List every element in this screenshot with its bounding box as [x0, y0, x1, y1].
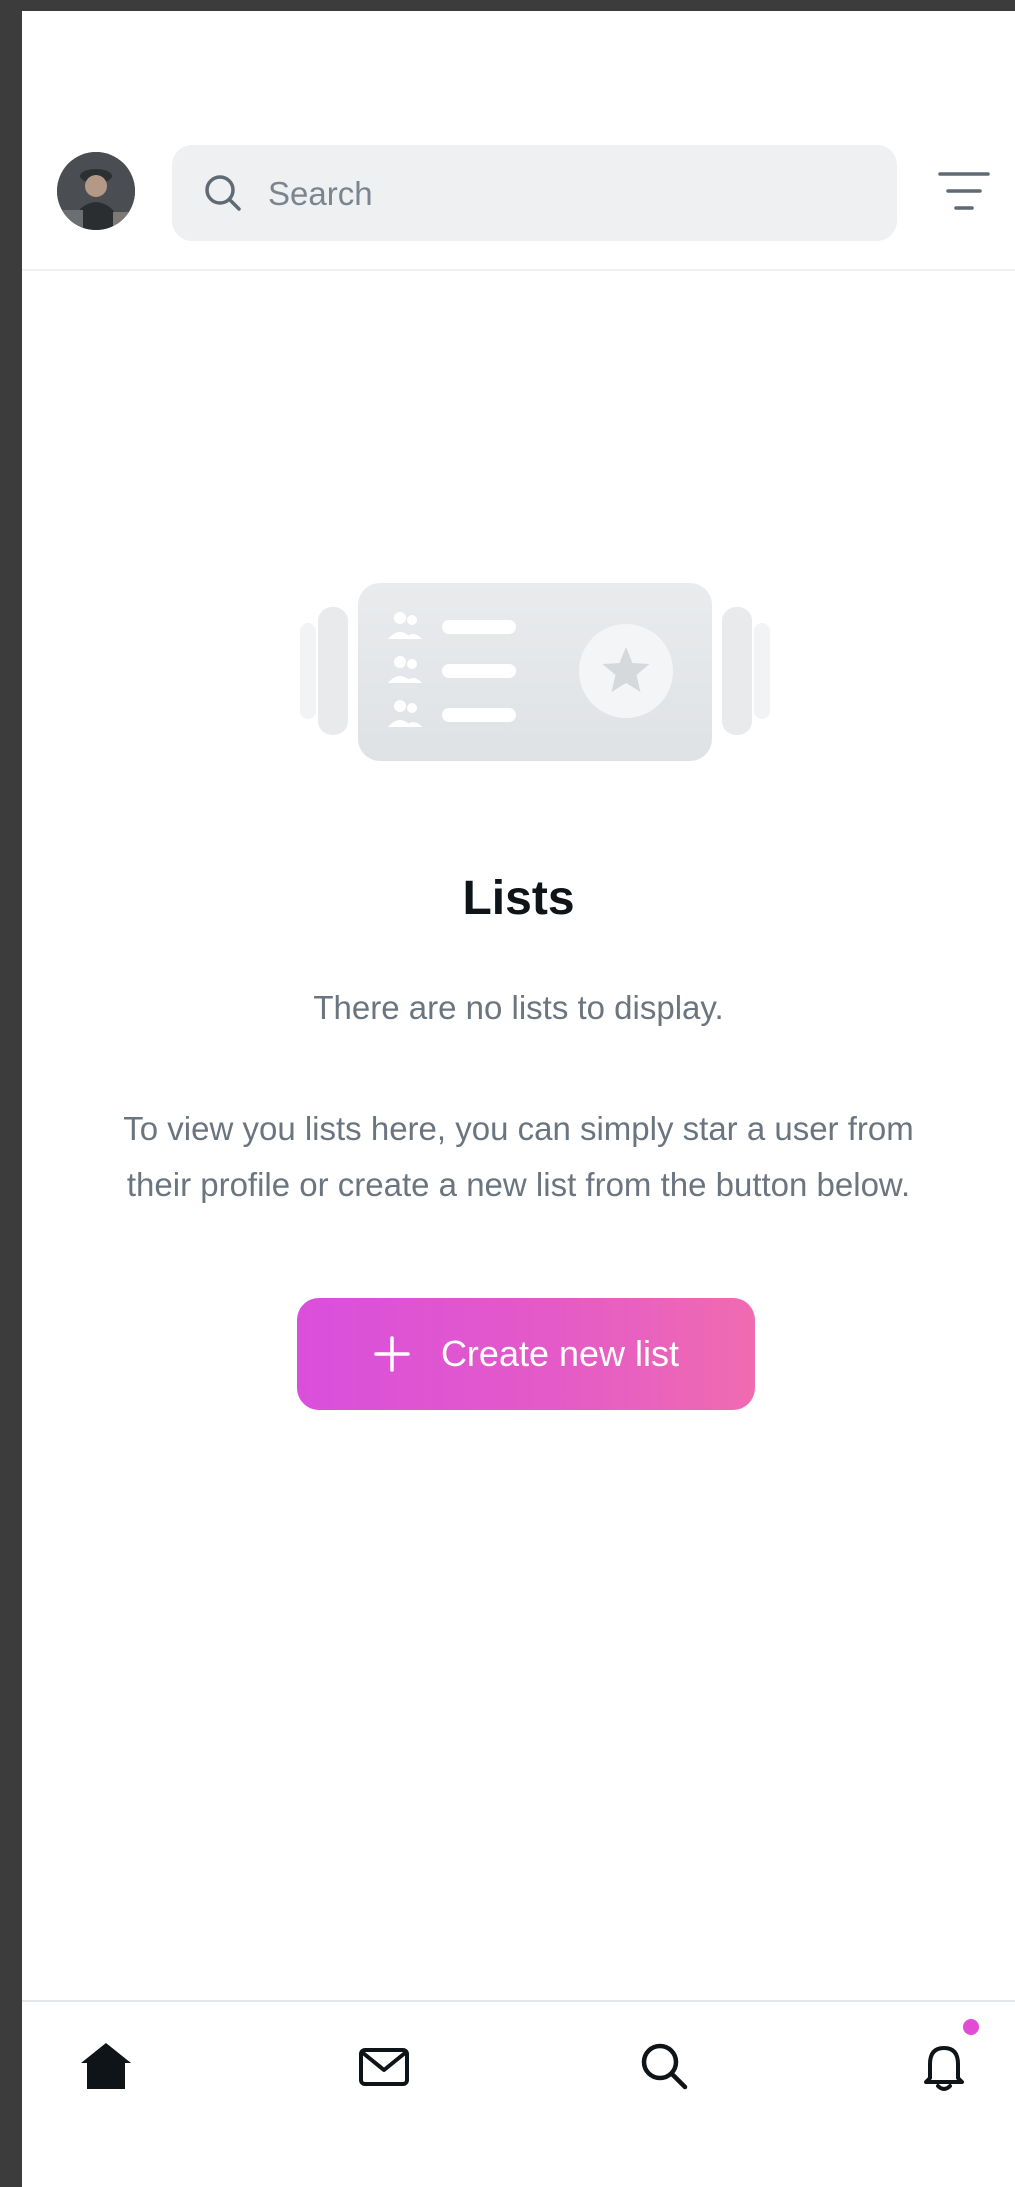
bottom-navigation: [22, 2000, 1015, 2187]
home-icon[interactable]: [78, 2038, 134, 2094]
user-avatar[interactable]: [57, 152, 135, 230]
search-icon[interactable]: [636, 2038, 692, 2094]
notification-badge: [963, 2019, 979, 2035]
filter-icon[interactable]: [938, 168, 990, 214]
lists-illustration: [300, 583, 770, 761]
create-new-list-label: Create new list: [440, 1333, 680, 1374]
search-input[interactable]: [266, 145, 870, 243]
device-frame-left: [0, 0, 22, 2187]
plus-icon: [374, 1336, 410, 1372]
device-frame-top: [0, 0, 1015, 11]
top-header: [22, 11, 1015, 271]
bell-icon[interactable]: [916, 2038, 972, 2094]
search-bar[interactable]: [172, 145, 897, 243]
mail-icon[interactable]: [356, 2038, 412, 2094]
app-screen: Lists There are no lists to display. To …: [22, 11, 1015, 2187]
search-icon: [205, 175, 241, 211]
empty-state-title: Lists: [462, 872, 575, 925]
empty-state-subtitle: There are no lists to display.: [313, 989, 724, 1026]
empty-state-description: To view you lists here, you can simply s…: [123, 1110, 914, 1203]
create-new-list-button[interactable]: Create new list: [297, 1298, 755, 1410]
